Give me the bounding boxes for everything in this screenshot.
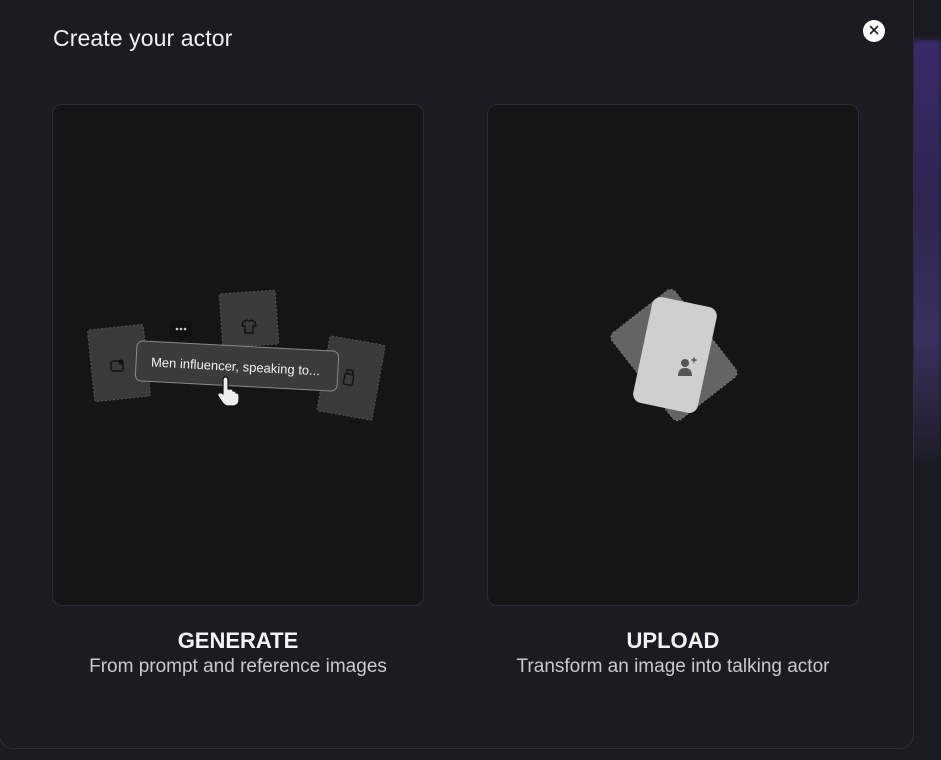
upload-option[interactable]: UPLOAD Transform an image into talking a…: [487, 104, 859, 677]
create-actor-modal: Create your actor Men influencer, speaki…: [0, 0, 914, 749]
generate-card[interactable]: Men influencer, speaking to...: [52, 104, 424, 606]
upload-card[interactable]: [487, 104, 859, 606]
modal-title: Create your actor: [53, 25, 233, 51]
close-icon: [869, 22, 879, 40]
generate-title: GENERATE: [177, 628, 299, 653]
upload-subtitle: Transform an image into talking actor: [516, 656, 830, 677]
generate-option[interactable]: Men influencer, speaking to... GENERATE …: [52, 104, 424, 677]
upload-illustration: [610, 288, 738, 422]
generate-illustration: Men influencer, speaking to...: [83, 285, 393, 425]
upload-title: UPLOAD: [626, 628, 720, 653]
close-button[interactable]: [863, 20, 885, 42]
reference-card-top: [218, 289, 280, 349]
generate-subtitle: From prompt and reference images: [89, 656, 387, 677]
